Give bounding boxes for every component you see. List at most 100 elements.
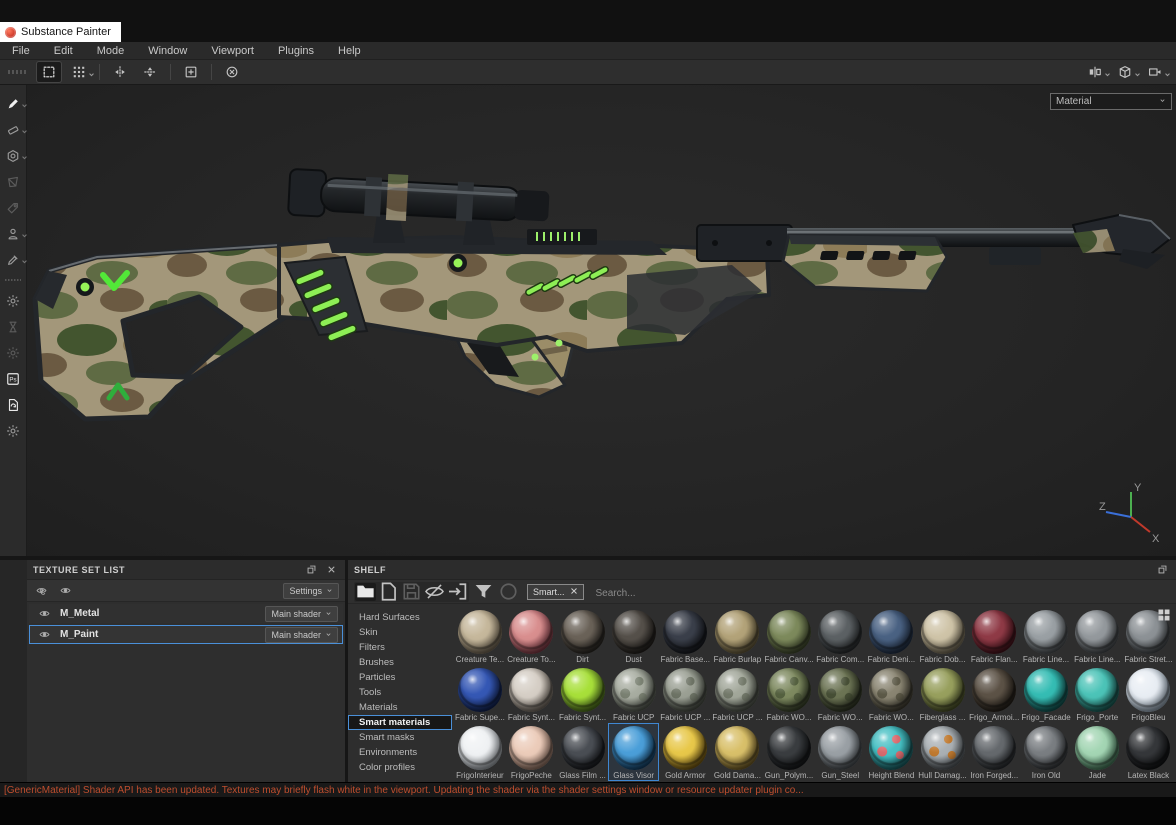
menu-viewport[interactable]: Viewport: [199, 45, 266, 57]
material-item[interactable]: Gold Dama...: [711, 723, 763, 781]
filter-funnel-icon[interactable]: [473, 583, 494, 601]
viewport-frame-button[interactable]: [37, 62, 61, 82]
material-item[interactable]: Iron Forged...: [968, 723, 1020, 781]
material-item[interactable]: Fabric WO...: [763, 665, 814, 723]
texture-set-row[interactable]: M_PaintMain shader: [29, 625, 343, 644]
photoshop-export-plugin[interactable]: Ps: [3, 370, 23, 387]
eraser-tool[interactable]: [3, 121, 23, 138]
material-item[interactable]: Fabric WO...: [866, 665, 917, 723]
material-item[interactable]: Fabric UCP ...: [711, 665, 763, 723]
material-item[interactable]: FrigoBleu: [1123, 665, 1174, 723]
grid-options-button[interactable]: [67, 62, 91, 82]
material-item[interactable]: Fabric Com...: [815, 607, 866, 665]
material-item[interactable]: Creature To...: [506, 607, 557, 665]
smudge-tool[interactable]: [3, 199, 23, 216]
material-item[interactable]: Fabric Line...: [1020, 607, 1071, 665]
material-item[interactable]: Fabric Supe...: [454, 665, 506, 723]
material-picker-tool[interactable]: [3, 251, 23, 268]
mirror-horizontal-button[interactable]: [108, 62, 132, 82]
menu-edit[interactable]: Edit: [42, 45, 85, 57]
shelf-category-materials[interactable]: Materials: [348, 700, 452, 715]
material-item[interactable]: Frigo_Armoi...: [968, 665, 1020, 723]
material-item[interactable]: Dirt: [557, 607, 608, 665]
shader-dropdown[interactable]: Main shader: [265, 627, 338, 643]
plugin-gear-3[interactable]: [3, 422, 23, 439]
shelf-category-smart-masks[interactable]: Smart masks: [348, 730, 452, 745]
menu-help[interactable]: Help: [326, 45, 373, 57]
material-item[interactable]: Gun_Polym...: [763, 723, 814, 781]
material-item[interactable]: Fabric Synt...: [506, 665, 557, 723]
shelf-category-filters[interactable]: Filters: [348, 640, 452, 655]
eye-icon[interactable]: [36, 607, 52, 621]
search-input[interactable]: [596, 588, 1170, 599]
material-item[interactable]: Fabric Line...: [1072, 607, 1123, 665]
projection-tool[interactable]: [3, 147, 23, 164]
material-item[interactable]: Fabric Canv...: [763, 607, 814, 665]
menu-plugins[interactable]: Plugins: [266, 45, 326, 57]
shelf-category-hard-surfaces[interactable]: Hard Surfaces: [348, 610, 452, 625]
shelf-category-particles[interactable]: Particles: [348, 670, 452, 685]
shelf-category-environments[interactable]: Environments: [348, 745, 452, 760]
toolbar-drag-handle[interactable]: [8, 70, 26, 74]
material-item[interactable]: Frigo_Facade: [1020, 665, 1071, 723]
close-icon[interactable]: [323, 563, 339, 577]
eye-refresh-icon[interactable]: [33, 584, 49, 598]
shelf-category-brushes[interactable]: Brushes: [348, 655, 452, 670]
texture-set-row[interactable]: M_MetalMain shader: [29, 604, 343, 623]
folder-icon[interactable]: [355, 583, 376, 601]
settings-dropdown[interactable]: Settings: [283, 583, 339, 599]
material-item[interactable]: Fabric Synt...: [557, 665, 608, 723]
filter-circle-icon[interactable]: [498, 583, 519, 601]
material-item[interactable]: Height Blend: [866, 723, 917, 781]
material-item[interactable]: Fiberglass ...: [917, 665, 968, 723]
shelf-category-smart-materials[interactable]: Smart materials: [348, 715, 452, 730]
plugin-hourglass[interactable]: [3, 318, 23, 335]
material-item[interactable]: Latex Black: [1123, 723, 1174, 781]
paint-tool[interactable]: [3, 95, 23, 112]
material-item[interactable]: Creature Te...: [454, 607, 506, 665]
material-item[interactable]: Jade: [1072, 723, 1123, 781]
material-item[interactable]: Frigo_Porte: [1072, 665, 1123, 723]
plugin-gear-1[interactable]: [3, 292, 23, 309]
menu-window[interactable]: Window: [136, 45, 199, 57]
smart-materials-filter-chip[interactable]: Smart...: [527, 584, 584, 600]
display-mode-button[interactable]: [1113, 62, 1137, 82]
menu-file[interactable]: File: [0, 45, 42, 57]
undock-icon[interactable]: [303, 563, 319, 577]
polygon-fill-tool[interactable]: [3, 173, 23, 190]
shelf-category-tools[interactable]: Tools: [348, 685, 452, 700]
eye-icon[interactable]: [36, 628, 52, 642]
material-item[interactable]: Fabric Deni...: [866, 607, 917, 665]
material-item[interactable]: Fabric Dob...: [917, 607, 968, 665]
shelf-category-skin[interactable]: Skin: [348, 625, 452, 640]
material-item[interactable]: Hull Damag...: [917, 723, 968, 781]
material-item[interactable]: Glass Film ...: [557, 723, 608, 781]
material-item[interactable]: Fabric Burlap: [711, 607, 763, 665]
menu-mode[interactable]: Mode: [85, 45, 137, 57]
material-item[interactable]: FrigoPeche: [506, 723, 557, 781]
camera-settings-button[interactable]: [1143, 62, 1167, 82]
material-item[interactable]: FrigoInterieur: [454, 723, 506, 781]
clone-tool[interactable]: [3, 225, 23, 242]
material-item[interactable]: Fabric Flan...: [968, 607, 1020, 665]
material-item[interactable]: Fabric UCP: [608, 665, 659, 723]
resource-updater-plugin[interactable]: [3, 396, 23, 413]
new-file-icon[interactable]: [378, 583, 399, 601]
material-item[interactable]: Iron Old: [1020, 723, 1071, 781]
eye-slash-icon[interactable]: [424, 583, 445, 601]
save-icon[interactable]: [401, 583, 422, 601]
frame-add-button[interactable]: [179, 62, 203, 82]
symmetry-settings-button[interactable]: [1083, 62, 1107, 82]
viewport-3d[interactable]: Material Y Z X: [27, 85, 1176, 556]
material-item[interactable]: Gun_Steel: [815, 723, 866, 781]
undock-icon[interactable]: [1154, 563, 1170, 577]
shader-dropdown[interactable]: Main shader: [265, 606, 338, 622]
import-icon[interactable]: [447, 583, 468, 601]
shading-mode-dropdown[interactable]: Material: [1050, 93, 1172, 110]
material-item[interactable]: Dust: [608, 607, 659, 665]
material-item[interactable]: Gold Armor: [659, 723, 711, 781]
shelf-category-color-profiles[interactable]: Color profiles: [348, 760, 452, 775]
disable-symmetry-button[interactable]: [220, 62, 244, 82]
eye-icon[interactable]: [57, 584, 73, 598]
close-icon[interactable]: [570, 587, 578, 597]
